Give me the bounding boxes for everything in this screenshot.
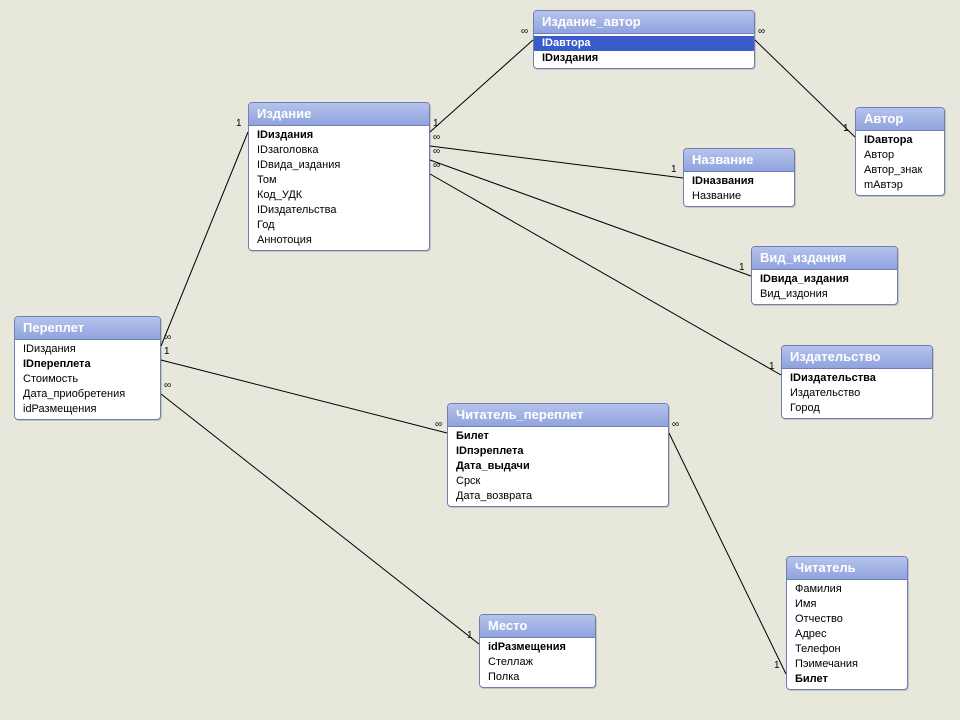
table-field[interactable]: Срск [448, 474, 668, 489]
table-fields: IDназванияНазвание [684, 172, 794, 206]
table-header[interactable]: Место [480, 615, 595, 638]
table-field[interactable]: Вид_издония [752, 287, 897, 302]
table-field[interactable]: Телефон [787, 642, 907, 657]
table-header[interactable]: Издательство [782, 346, 932, 369]
table-vid_izdania[interactable]: Вид_изданияIDвида_изданияВид_издония [751, 246, 898, 305]
table-field[interactable]: IDвида_издания [249, 158, 429, 173]
table-field[interactable]: Имя [787, 597, 907, 612]
table-chitatel_pereplet[interactable]: Читатель_переплетБилетIDпэреплетаДата_вы… [447, 403, 669, 507]
table-field[interactable]: Дата_возврата [448, 489, 668, 504]
cardinality-one: 1 [739, 262, 745, 273]
cardinality-one: 1 [671, 164, 677, 175]
table-nazvanie[interactable]: НазваниеIDназванияНазвание [683, 148, 795, 207]
cardinality-one: 1 [774, 660, 780, 671]
cardinality-one: 1 [467, 630, 473, 641]
table-header[interactable]: Вид_издания [752, 247, 897, 270]
table-field[interactable]: Дата_приобретения [15, 387, 160, 402]
table-field[interactable]: idРазмещения [15, 402, 160, 417]
cardinality-many: ∞ [433, 146, 440, 157]
table-pereplet[interactable]: ПереплетIDизданияIDпереплетаСтоимостьДат… [14, 316, 161, 420]
table-field[interactable]: mАвтэр [856, 178, 944, 193]
table-field[interactable]: Автор [856, 148, 944, 163]
table-field[interactable]: Аннотоция [249, 233, 429, 248]
table-header[interactable]: Автор [856, 108, 944, 131]
table-field[interactable]: IDпэреплета [448, 444, 668, 459]
table-field[interactable]: Билет [448, 429, 668, 444]
cardinality-one: 1 [769, 361, 775, 372]
table-field[interactable]: IDиздательства [782, 371, 932, 386]
table-field[interactable]: Адрес [787, 627, 907, 642]
table-header[interactable]: Издание_автор [534, 11, 754, 34]
table-field[interactable]: IDиздания [534, 51, 754, 66]
table-field[interactable]: Фамилия [787, 582, 907, 597]
table-field[interactable]: IDзаголовка [249, 143, 429, 158]
table-fields: IDиздательстваИздательствоГород [782, 369, 932, 418]
table-field[interactable]: Стоимость [15, 372, 160, 387]
table-avtor[interactable]: АвторIDавтораАвторАвтор_знакmАвтэр [855, 107, 945, 196]
table-izdanie_avtor[interactable]: Издание_авторIDавтораIDиздания [533, 10, 755, 69]
table-field[interactable]: Город [782, 401, 932, 416]
cardinality-one: 1 [236, 118, 242, 129]
table-izdanie[interactable]: ИзданиеIDизданияIDзаголовкаIDвида_издани… [248, 102, 430, 251]
table-fields: IDизданияIDпереплетаСтоимостьДата_приобр… [15, 340, 160, 419]
table-header[interactable]: Читатель [787, 557, 907, 580]
table-header[interactable]: Переплет [15, 317, 160, 340]
table-fields: IDвида_изданияВид_издония [752, 270, 897, 304]
cardinality-many: ∞ [433, 160, 440, 171]
cardinality-many: ∞ [672, 419, 679, 430]
cardinality-many: ∞ [521, 26, 528, 37]
table-fields: idРазмещенияСтеллажПолка [480, 638, 595, 687]
table-field[interactable]: Отчество [787, 612, 907, 627]
table-field[interactable]: Полка [480, 670, 595, 685]
table-field[interactable]: IDавтора [534, 36, 754, 51]
table-field[interactable]: Том [249, 173, 429, 188]
table-izdatelstvo[interactable]: ИздательствоIDиздательстваИздательствоГо… [781, 345, 933, 419]
table-header[interactable]: Читатель_переплет [448, 404, 668, 427]
er-diagram-canvas[interactable]: Издание_авторIDавтораIDизданияИзданиеIDи… [0, 0, 960, 720]
table-header[interactable]: Издание [249, 103, 429, 126]
table-field[interactable]: IDиздания [249, 128, 429, 143]
table-fields: ФамилияИмяОтчествоАдресТелефонПэимечания… [787, 580, 907, 689]
table-field[interactable]: Пэимечания [787, 657, 907, 672]
table-field[interactable]: IDпереплета [15, 357, 160, 372]
cardinality-many: ∞ [435, 419, 442, 430]
table-field[interactable]: Издательство [782, 386, 932, 401]
cardinality-one: 1 [433, 118, 439, 129]
table-field[interactable]: Дата_выдачи [448, 459, 668, 474]
table-field[interactable]: idРазмещения [480, 640, 595, 655]
table-field[interactable]: IDиздательства [249, 203, 429, 218]
cardinality-many: ∞ [758, 26, 765, 37]
table-field[interactable]: Код_УДК [249, 188, 429, 203]
table-field[interactable]: Автор_знак [856, 163, 944, 178]
table-chitatel[interactable]: ЧитательФамилияИмяОтчествоАдресТелефонПэ… [786, 556, 908, 690]
cardinality-one: 1 [164, 346, 170, 357]
table-mesto[interactable]: МестоidРазмещенияСтеллажПолка [479, 614, 596, 688]
cardinality-one: 1 [843, 123, 849, 134]
table-fields: IDавтораIDиздания [534, 34, 754, 68]
table-field[interactable]: Билет [787, 672, 907, 687]
table-fields: БилетIDпэреплетаДата_выдачиСрскДата_возв… [448, 427, 668, 506]
table-fields: IDизданияIDзаголовкаIDвида_изданияТомКод… [249, 126, 429, 250]
table-fields: IDавтораАвторАвтор_знакmАвтэр [856, 131, 944, 195]
table-field[interactable]: IDвида_издания [752, 272, 897, 287]
cardinality-many: ∞ [433, 132, 440, 143]
table-field[interactable]: IDавтора [856, 133, 944, 148]
cardinality-many: ∞ [164, 332, 171, 343]
table-field[interactable]: Стеллаж [480, 655, 595, 670]
table-field[interactable]: Год [249, 218, 429, 233]
table-header[interactable]: Название [684, 149, 794, 172]
table-field[interactable]: IDиздания [15, 342, 160, 357]
table-field[interactable]: IDназвания [684, 174, 794, 189]
table-field[interactable]: Название [684, 189, 794, 204]
cardinality-many: ∞ [164, 380, 171, 391]
